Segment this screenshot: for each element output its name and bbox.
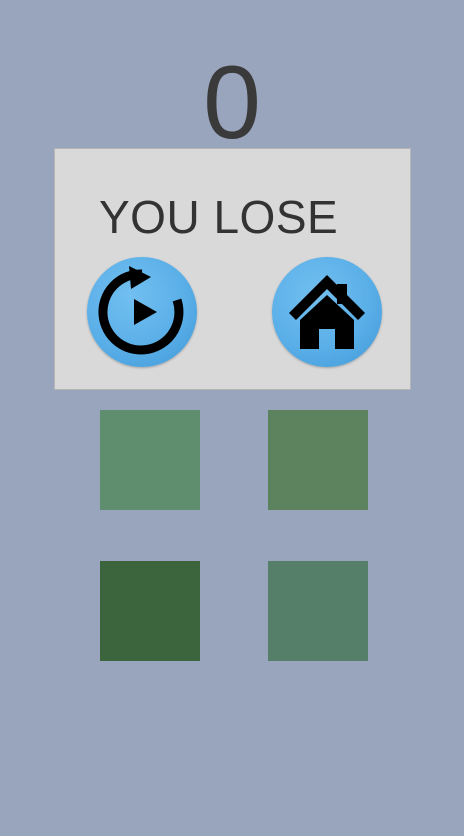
- replay-icon: [98, 266, 184, 355]
- game-over-dialog: YOU LOSE: [54, 148, 411, 390]
- tile-top-right[interactable]: [268, 410, 368, 510]
- tile-bottom-left[interactable]: [100, 561, 200, 661]
- score-display: 0: [203, 45, 261, 161]
- replay-button[interactable]: [87, 257, 197, 367]
- home-button[interactable]: [272, 257, 382, 367]
- tile-top-left[interactable]: [100, 410, 200, 510]
- dialog-title: YOU LOSE: [99, 191, 339, 243]
- tile-bottom-right[interactable]: [268, 561, 368, 661]
- home-icon: [289, 275, 365, 349]
